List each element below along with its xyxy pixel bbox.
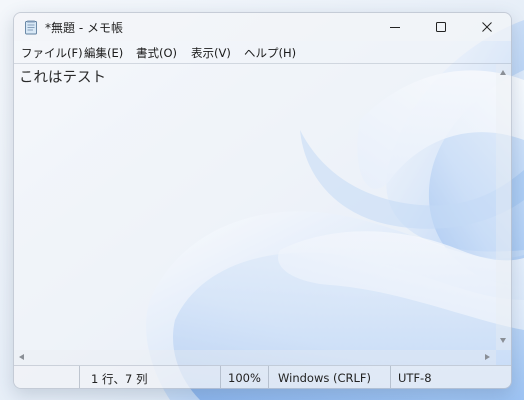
minimize-icon xyxy=(390,27,400,28)
scrollbar-corner xyxy=(496,350,511,365)
title-bar[interactable]: *無題 - メモ帳 xyxy=(14,13,511,41)
menu-file[interactable]: ファイル(F) xyxy=(21,45,83,61)
close-icon xyxy=(482,22,492,32)
menu-view[interactable]: 表示(V) xyxy=(191,45,231,61)
status-bar: 1 行、7 列 100% Windows (CRLF) UTF-8 xyxy=(14,365,511,388)
maximize-icon xyxy=(436,22,446,32)
menu-edit[interactable]: 編集(E) xyxy=(84,45,123,61)
line-ending: Windows (CRLF) xyxy=(278,371,372,385)
scroll-right-icon[interactable] xyxy=(485,354,490,360)
minimize-button[interactable] xyxy=(372,13,418,41)
maximize-button[interactable] xyxy=(418,13,464,41)
zoom-level: 100% xyxy=(228,371,261,385)
status-divider xyxy=(268,366,269,388)
window-title: *無題 - メモ帳 xyxy=(45,21,123,35)
scroll-up-icon[interactable] xyxy=(500,70,506,75)
editor-content[interactable]: これはテスト xyxy=(19,66,106,87)
cursor-position: 1 行、7 列 xyxy=(91,372,148,386)
status-divider xyxy=(390,366,391,388)
scroll-down-icon[interactable] xyxy=(500,338,506,343)
close-button[interactable] xyxy=(464,13,510,41)
notepad-icon xyxy=(25,20,37,35)
menu-format[interactable]: 書式(O) xyxy=(136,45,177,61)
horizontal-scrollbar[interactable] xyxy=(14,350,496,365)
text-editor[interactable]: これはテスト xyxy=(14,64,496,350)
status-divider xyxy=(220,366,221,388)
scroll-left-icon[interactable] xyxy=(19,354,24,360)
menu-bar: ファイル(F) 編集(E) 書式(O) 表示(V) ヘルプ(H) xyxy=(14,41,511,64)
status-divider xyxy=(79,366,80,388)
menu-help[interactable]: ヘルプ(H) xyxy=(244,45,296,61)
encoding: UTF-8 xyxy=(398,371,432,385)
vertical-scrollbar[interactable] xyxy=(496,64,511,350)
notepad-window: *無題 - メモ帳 ファイル(F) 編集(E) 書式(O) 表示(V) ヘルプ(… xyxy=(13,12,512,389)
